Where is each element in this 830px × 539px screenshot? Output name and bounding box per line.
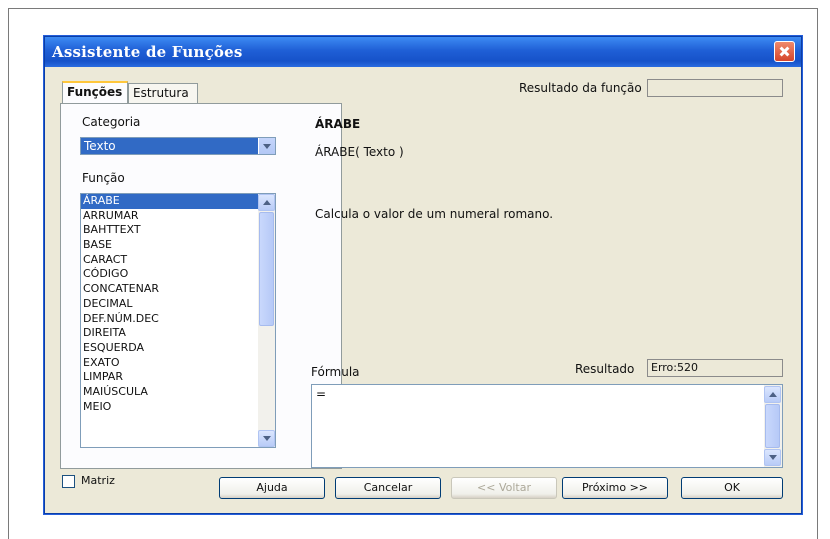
scrollbar-thumb[interactable] <box>259 212 274 326</box>
cancel-button[interactable]: Cancelar <box>335 477 441 499</box>
formula-scroll-down-icon[interactable] <box>764 449 781 466</box>
formula-scroll-up-icon[interactable] <box>764 386 781 403</box>
function-list-item[interactable]: MAIÚSCULA <box>81 385 258 400</box>
window-title: Assistente de Funções <box>52 43 243 61</box>
result-value: Erro:520 <box>651 361 698 374</box>
array-checkbox[interactable] <box>62 475 75 488</box>
formula-input[interactable]: = <box>311 384 783 468</box>
tab-structure-label: Estrutura <box>133 86 189 100</box>
function-list-item[interactable]: DIREITA <box>81 326 258 341</box>
title-bar[interactable]: Assistente de Funções <box>45 37 801 67</box>
function-result-label: Resultado da função <box>519 81 642 95</box>
next-button[interactable]: Próximo >> <box>562 477 668 499</box>
tab-structure[interactable]: Estrutura <box>128 83 198 103</box>
scroll-down-icon[interactable] <box>258 430 275 447</box>
close-icon[interactable] <box>774 41 795 62</box>
function-list-items: ÁRABE ARRUMAR BAHTTEXT BASE CARACT CÓDIGO CONC… <box>81 194 275 414</box>
formula-scrollbar-thumb[interactable] <box>765 404 780 448</box>
chevron-down-icon[interactable] <box>258 138 275 154</box>
tab-functions-label: Funções <box>67 85 123 99</box>
function-signature: ÁRABE( Texto ) <box>315 145 404 159</box>
help-button[interactable]: Ajuda <box>219 477 325 499</box>
function-list-item[interactable]: CARACT <box>81 253 258 268</box>
ok-button[interactable]: OK <box>681 477 783 499</box>
scroll-up-icon[interactable] <box>258 194 275 211</box>
formula-label: Fórmula <box>311 365 360 379</box>
function-list-item[interactable]: CÓDIGO <box>81 267 258 282</box>
function-list-item[interactable]: MEIO <box>81 400 258 415</box>
tab-functions[interactable]: Funções <box>62 81 128 103</box>
function-description: Calcula o valor de um numeral romano. <box>315 207 554 221</box>
function-list-item[interactable]: LIMPAR <box>81 370 258 385</box>
function-list-item[interactable]: ARRUMAR <box>81 209 258 224</box>
function-list-item[interactable]: ESQUERDA <box>81 341 258 356</box>
function-wizard-dialog: Assistente de Funções Funções Estrutura … <box>44 36 802 514</box>
result-field: Erro:520 <box>647 359 783 377</box>
formula-scrollbar[interactable] <box>764 385 782 467</box>
category-label: Categoria <box>82 115 141 129</box>
function-list-item[interactable]: BAHTTEXT <box>81 223 258 238</box>
function-list-scrollbar[interactable] <box>258 194 275 447</box>
function-label: Função <box>82 171 125 185</box>
function-list-item[interactable]: ÁRABE <box>81 194 258 209</box>
formula-value: = <box>316 387 327 401</box>
function-result-field <box>647 79 783 97</box>
function-list-item[interactable]: CONCATENAR <box>81 282 258 297</box>
result-label: Resultado <box>575 362 635 376</box>
function-name: ÁRABE <box>315 117 361 131</box>
category-selected-value: Texto <box>84 139 116 153</box>
function-list-item[interactable]: BASE <box>81 238 258 253</box>
category-select[interactable]: Texto <box>80 137 276 155</box>
function-list-item[interactable]: EXATO <box>81 356 258 371</box>
array-checkbox-label: Matriz <box>81 474 115 487</box>
back-button[interactable]: << Voltar <box>451 477 557 499</box>
function-list-item[interactable]: DECIMAL <box>81 297 258 312</box>
function-list-item[interactable]: DEF.NÚM.DEC <box>81 312 258 327</box>
function-listbox[interactable]: ÁRABE ARRUMAR BAHTTEXT BASE CARACT CÓDIGO CONC… <box>80 193 276 448</box>
